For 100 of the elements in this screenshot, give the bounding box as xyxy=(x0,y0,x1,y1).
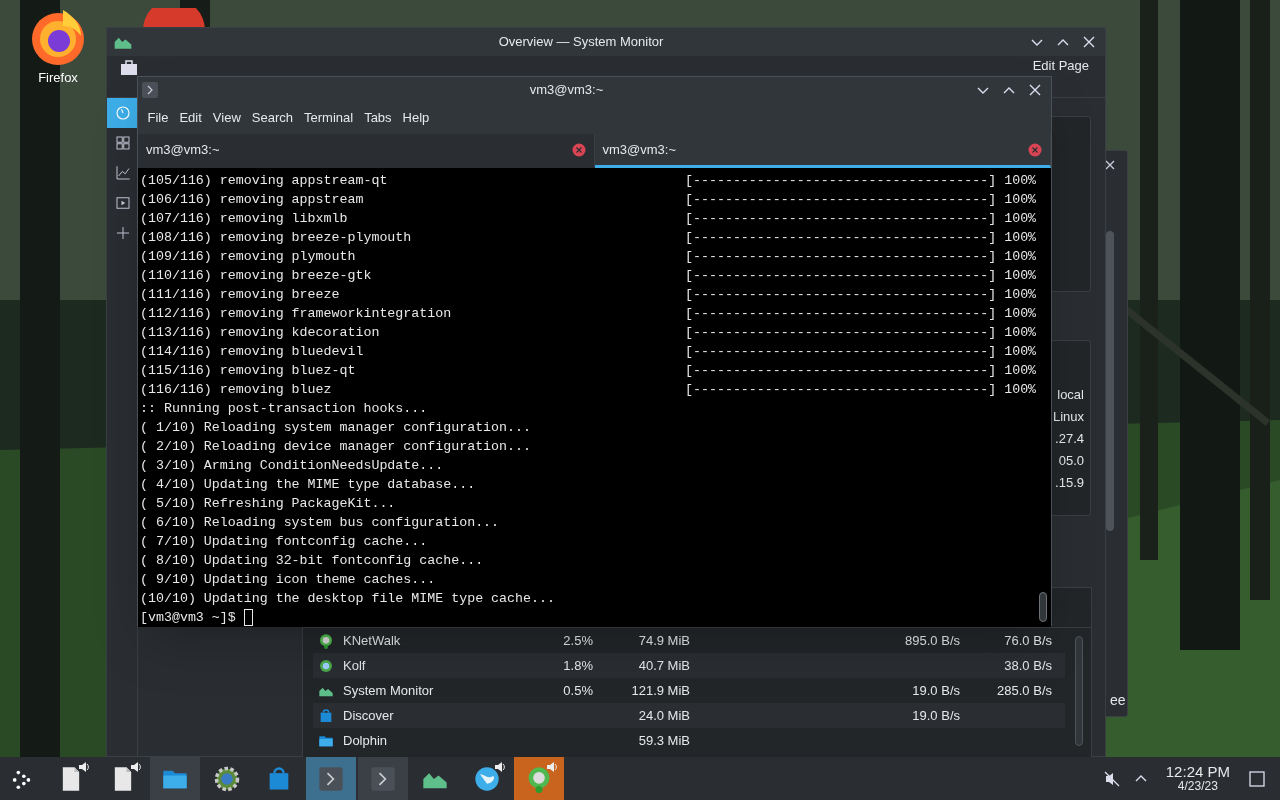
shopping-bag-icon xyxy=(318,707,334,724)
rate-value: 19.0 B/s xyxy=(912,707,960,723)
progress-text: [-------------------------------------] 100% xyxy=(685,210,1037,228)
play-icon xyxy=(113,194,132,212)
menu-item[interactable]: Tabs xyxy=(358,108,398,128)
output-line: ( 8/10) Updating 32-bit fontconfig cache... xyxy=(140,552,485,570)
close-icon[interactable] xyxy=(1104,159,1116,171)
info-text: .15.9 xyxy=(1055,474,1084,492)
info-text: Linux xyxy=(1052,408,1084,426)
terminal-icon xyxy=(369,764,397,793)
output-line: ( 4/10) Updating the MIME type database... xyxy=(140,476,477,494)
output-line: (108/116) removing breeze-plymouth xyxy=(140,229,413,247)
rate-value: 895.0 B/s xyxy=(905,632,960,648)
label-text: ee xyxy=(1110,691,1126,710)
process-row[interactable]: System Monitor 0.5% 121.9 MiB 19.0 B/s 285.0 B/s xyxy=(313,678,1065,703)
progress-text: [-------------------------------------] 100% xyxy=(685,248,1037,266)
clock-date: 4/23/23 xyxy=(1177,778,1218,794)
output-line: (109/116) removing plymouth xyxy=(140,248,357,266)
output-line: ( 7/10) Updating fontconfig cache... xyxy=(140,533,429,551)
output-line: (105/116) removing appstream-qt xyxy=(140,172,389,190)
output-line: :: Running post-transaction hooks... xyxy=(140,400,429,418)
toolbox-icon[interactable] xyxy=(119,58,139,78)
process-name: System Monitor xyxy=(342,681,435,700)
cpu-value: 1.8% xyxy=(563,657,593,673)
prompt-text: [vm3@vm3 ~]$ xyxy=(140,609,236,627)
cursor xyxy=(243,609,253,626)
memory-value: 24.0 MiB xyxy=(638,707,690,723)
output-line: ( 2/10) Reloading device manager configuration... xyxy=(140,438,532,456)
progress-text: [-------------------------------------] 100% xyxy=(685,191,1037,209)
process-row[interactable]: KNetWalk 2.5% 74.9 MiB 895.0 B/s 76.0 B/s xyxy=(313,628,1065,653)
chart-icon xyxy=(113,164,132,182)
info-text: local xyxy=(1057,386,1084,404)
tab-label: vm3@vm3:~ xyxy=(602,140,677,159)
output-line: (115/116) removing bluez-qt xyxy=(140,362,357,380)
terminal-icon xyxy=(142,81,158,98)
cpu-value: 0.5% xyxy=(563,682,593,698)
output-line: (107/116) removing libxmlb xyxy=(140,210,349,228)
progress-text: [-------------------------------------] 100% xyxy=(685,229,1037,247)
menu-item[interactable]: Search xyxy=(246,108,299,128)
info-text: 05.0 xyxy=(1058,452,1084,470)
icon-label[interactable]: Firefox xyxy=(38,68,78,88)
memory-value: 121.9 MiB xyxy=(631,682,690,698)
output-line: ( 6/10) Reloading system bus configuration... xyxy=(140,514,501,532)
process-name: Discover xyxy=(342,706,395,725)
output-line: (116/116) removing bluez xyxy=(140,381,333,399)
clock-time: 12:24 PM xyxy=(1165,763,1230,779)
process-name: Kolf xyxy=(342,656,367,675)
process-name: Dolphin xyxy=(342,731,389,750)
muted-speaker-icon[interactable] xyxy=(1103,770,1120,787)
terminal-icon xyxy=(317,764,345,793)
close-icon[interactable] xyxy=(1081,34,1097,50)
output-line: (113/116) removing kdecoration xyxy=(140,324,381,342)
sidebar-tab[interactable] xyxy=(107,98,138,128)
show-desktop-icon[interactable] xyxy=(1248,769,1266,788)
output-line: (111/116) removing breeze xyxy=(140,286,341,304)
process-row[interactable]: Dolphin 59.3 MiB xyxy=(313,728,1065,753)
edit-page-button[interactable]: Edit Page xyxy=(1028,58,1093,74)
scrollbar-thumb[interactable] xyxy=(1075,636,1083,746)
progress-text: [-------------------------------------] 100% xyxy=(685,324,1037,342)
output-line: (10/10) Updating the desktop file MIME type cache... xyxy=(140,590,556,608)
memory-value: 40.7 MiB xyxy=(638,657,690,673)
scrollbar-thumb[interactable] xyxy=(1106,231,1114,531)
output-line: (110/116) removing breeze-gtk xyxy=(140,267,373,285)
output-line: ( 1/10) Reloading system manager configuration... xyxy=(140,419,532,437)
progress-text: [-------------------------------------] 100% xyxy=(685,362,1037,380)
output-line: (112/116) removing frameworkintegration xyxy=(140,305,453,323)
scrollbar-thumb[interactable] xyxy=(1039,592,1047,622)
output-line: (106/116) removing appstream xyxy=(140,191,365,209)
memory-value: 74.9 MiB xyxy=(638,632,690,648)
process-row[interactable]: Discover 24.0 MiB 19.0 B/s xyxy=(313,703,1065,728)
output-line: (114/116) removing bluedevil xyxy=(140,343,365,361)
menu-item[interactable]: File xyxy=(142,108,174,128)
progress-text: [-------------------------------------] 100% xyxy=(685,381,1037,399)
output-line: ( 5/10) Refreshing PackageKit... xyxy=(140,495,397,513)
window-title: Overview — System Monitor xyxy=(497,33,665,52)
tab-label: vm3@vm3:~ xyxy=(146,140,220,159)
progress-text: [-------------------------------------] 100% xyxy=(685,267,1037,285)
menu-item[interactable]: View xyxy=(207,108,247,128)
firefox-icon[interactable] xyxy=(29,8,87,66)
rate-value: 19.0 B/s xyxy=(912,682,960,698)
clock[interactable]: 12:24 PM 4/23/23 xyxy=(1161,763,1234,794)
gauge-icon xyxy=(113,104,132,122)
menu-item[interactable]: Edit xyxy=(173,108,208,128)
rate-value: 76.0 B/s xyxy=(1004,632,1052,648)
app-icon[interactable] xyxy=(143,8,205,30)
grid-icon xyxy=(113,134,132,152)
process-row[interactable]: Kolf 1.8% 40.7 MiB 38.0 B/s xyxy=(313,653,1065,678)
rate-value: 285.0 B/s xyxy=(997,682,1052,698)
menu-item[interactable]: Help xyxy=(397,108,435,128)
menu-item[interactable]: Terminal xyxy=(298,108,359,128)
progress-text: [-------------------------------------] 100% xyxy=(685,286,1037,304)
window-title: vm3@vm3:~ xyxy=(528,80,605,99)
progress-text: [-------------------------------------] 100% xyxy=(685,343,1037,361)
ball-icon xyxy=(318,657,334,674)
terminal-tab[interactable]: vm3@vm3:~ xyxy=(594,134,1051,168)
info-text: .27.4 xyxy=(1055,430,1084,448)
process-name: KNetWalk xyxy=(342,631,402,650)
progress-text: [-------------------------------------] 100% xyxy=(685,305,1037,323)
output-line: ( 9/10) Updating icon theme caches... xyxy=(140,571,437,589)
memory-value: 59.3 MiB xyxy=(638,732,690,748)
